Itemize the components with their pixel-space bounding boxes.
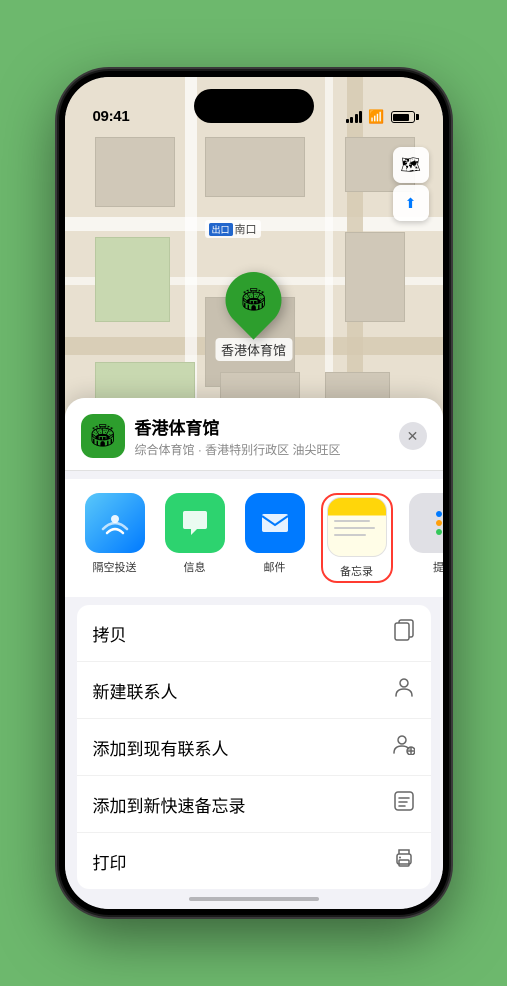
share-messages[interactable]: 信息	[161, 493, 229, 575]
person-add-icon	[393, 733, 415, 761]
print-icon	[393, 847, 415, 875]
venue-subtitle: 综合体育馆 · 香港特别行政区 油尖旺区	[135, 441, 389, 458]
action-add-contact[interactable]: 添加到现有联系人	[77, 719, 431, 776]
home-indicator	[189, 897, 319, 901]
notes-label: 备忘录	[340, 563, 373, 579]
action-list: 拷贝 新建联系人	[77, 605, 431, 889]
pin-emoji: 🏟	[240, 287, 268, 313]
status-time: 09:41	[93, 108, 130, 125]
dynamic-island	[194, 89, 314, 123]
bottom-sheet: 🏟 香港体育馆 综合体育馆 · 香港特别行政区 油尖旺区 ✕	[65, 398, 443, 909]
location-button[interactable]: ⬆	[393, 185, 429, 221]
venue-name: 香港体育馆	[135, 414, 389, 439]
airdrop-label: 隔空投送	[93, 559, 137, 575]
action-add-contact-label: 添加到现有联系人	[93, 735, 229, 760]
venue-icon: 🏟	[81, 414, 125, 458]
action-new-contact-label: 新建联系人	[93, 678, 178, 703]
phone-screen: 09:41 📶	[65, 77, 443, 909]
quick-note-icon	[393, 790, 415, 818]
action-new-contact[interactable]: 新建联系人	[77, 662, 431, 719]
messages-label: 信息	[184, 559, 206, 575]
more-icon	[409, 493, 443, 553]
signal-bars-icon	[346, 111, 363, 123]
map-type-button[interactable]: 🗺	[393, 147, 429, 183]
pin-label: 香港体育馆	[215, 338, 292, 361]
map-entrance-label: 出口 南口	[205, 220, 261, 238]
location-pin: 🏟 香港体育馆	[215, 272, 292, 361]
map-controls: 🗺 ⬆	[393, 147, 429, 221]
sheet-header: 🏟 香港体育馆 综合体育馆 · 香港特别行政区 油尖旺区 ✕	[65, 398, 443, 471]
status-icons: 📶	[346, 109, 415, 125]
action-quick-note[interactable]: 添加到新快速备忘录	[77, 776, 431, 833]
phone-frame: 09:41 📶	[59, 71, 449, 915]
more-label: 提	[433, 559, 443, 575]
notes-icon	[327, 497, 387, 557]
action-copy-label: 拷贝	[93, 621, 127, 646]
person-icon	[393, 676, 415, 704]
messages-icon	[165, 493, 225, 553]
action-print[interactable]: 打印	[77, 833, 431, 889]
share-row: 隔空投送 信息	[65, 479, 443, 597]
action-print-label: 打印	[93, 849, 127, 874]
share-notes: 备忘录	[323, 495, 391, 581]
venue-info: 香港体育馆 综合体育馆 · 香港特别行政区 油尖旺区	[135, 414, 389, 458]
share-notes-wrapper[interactable]: 备忘录	[321, 493, 393, 583]
share-more[interactable]: 提	[405, 493, 443, 575]
share-mail[interactable]: 邮件	[241, 493, 309, 575]
wifi-icon: 📶	[368, 109, 384, 125]
copy-icon	[393, 619, 415, 647]
close-button[interactable]: ✕	[399, 422, 427, 450]
action-quick-note-label: 添加到新快速备忘录	[93, 792, 246, 817]
airdrop-icon	[85, 493, 145, 553]
action-copy[interactable]: 拷贝	[77, 605, 431, 662]
mail-icon	[245, 493, 305, 553]
mail-label: 邮件	[264, 559, 286, 575]
share-airdrop[interactable]: 隔空投送	[81, 493, 149, 575]
battery-icon	[391, 111, 415, 123]
